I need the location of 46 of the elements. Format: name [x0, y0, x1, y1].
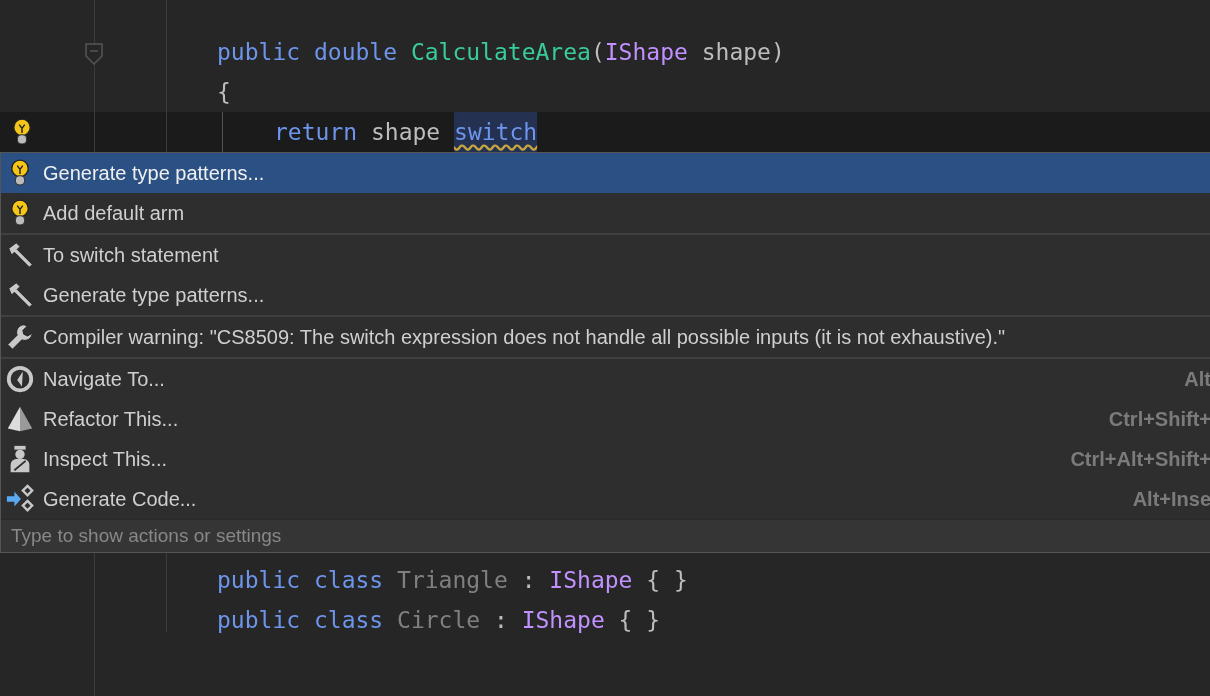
code-token: {	[217, 78, 231, 107]
code-token: shape	[701, 38, 771, 67]
search-field[interactable]: Type to show actions or settings	[1, 519, 1210, 552]
code-token: {	[618, 606, 633, 635]
compass-icon	[5, 364, 35, 394]
code-token: IShape	[549, 566, 633, 595]
fold-marker-icon[interactable]	[84, 42, 104, 66]
code-token: Circle	[397, 606, 481, 635]
code-token: )	[770, 38, 785, 67]
menu-item[interactable]: Generate Code... Alt+Inse	[1, 479, 1210, 519]
code-token: IShape	[521, 606, 605, 635]
menu-item[interactable]: Inspect This... Ctrl+Alt+Shift+	[1, 439, 1210, 479]
menu-item[interactable]: Navigate To... Alt	[1, 359, 1210, 399]
menu-item[interactable]: To switch statement	[1, 235, 1210, 275]
menu-item[interactable]: Add default arm	[1, 193, 1210, 233]
arrow-diamonds-icon	[5, 484, 35, 514]
shortcut-label: Alt+Inse	[1132, 487, 1210, 511]
code-token: double	[313, 38, 398, 67]
code-token: public	[217, 566, 301, 595]
lightbulb-icon[interactable]	[11, 117, 33, 147]
shortcut-label: Ctrl+Alt+Shift+	[1070, 447, 1210, 471]
lightbulb-icon	[9, 158, 31, 188]
code-token: :	[493, 606, 508, 635]
code-token: public	[217, 606, 301, 635]
menu-item[interactable]: Generate type patterns...	[1, 153, 1210, 193]
menu-item[interactable]: Compiler warning: "CS8509: The switch expression does not handle all possible inputs (it is not exhaustive)."	[1, 317, 1210, 357]
code-token: :	[521, 566, 536, 595]
shortcut-label: Alt	[1184, 367, 1210, 391]
wrench-icon	[5, 322, 35, 352]
code-token: }	[674, 566, 688, 595]
code-token: return	[274, 118, 358, 147]
lightbulb-icon	[9, 198, 31, 228]
code-token: Triangle	[397, 566, 508, 595]
code-token: class	[313, 566, 384, 595]
shortcut-label: Ctrl+Shift+	[1108, 407, 1210, 431]
code-token: shape	[370, 118, 441, 147]
code-token: IShape	[604, 38, 688, 67]
code-token: {	[646, 566, 661, 595]
code-token: CalculateArea	[410, 38, 591, 67]
menu-item[interactable]: Refactor This... Ctrl+Shift+	[1, 399, 1210, 439]
code-token: (	[590, 38, 605, 67]
code-token: public	[217, 38, 301, 67]
code-token: switch	[454, 112, 538, 152]
menu-item[interactable]: Generate type patterns...	[1, 275, 1210, 315]
code-token: class	[313, 606, 384, 635]
code-token: }	[646, 606, 661, 635]
